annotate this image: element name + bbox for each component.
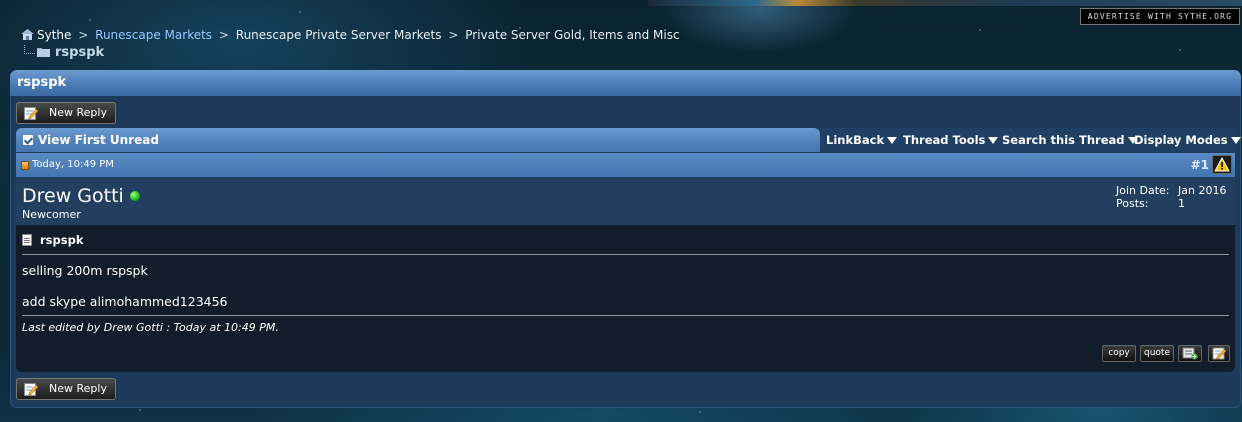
view-first-unread-label: View First Unread (38, 133, 159, 147)
user-stats: Join Date: Jan 2016 Posts: 1 (1116, 184, 1226, 210)
divider (22, 254, 1229, 255)
copy-button[interactable]: copy (1102, 345, 1136, 362)
post-title-text: rspspk (40, 233, 84, 247)
posts-label: Posts: (1116, 197, 1149, 210)
edit-post-button[interactable] (1208, 345, 1230, 362)
thread-tools-label: Thread Tools (903, 133, 986, 147)
post-header: Today, 10:49 PM #1 (16, 153, 1235, 177)
document-icon (22, 234, 32, 246)
post-title: rspspk (22, 233, 83, 247)
folder-icon (37, 48, 50, 57)
breadcrumb-sythe[interactable]: Sythe (37, 28, 71, 42)
multi-quote-icon (1182, 347, 1198, 360)
post-message-line: add skype alimohammed123456 (22, 294, 228, 309)
post-date: Today, 10:49 PM (32, 159, 114, 170)
tree-connector (24, 45, 35, 54)
chevron-down-icon (988, 137, 999, 144)
breadcrumb-separator: > (218, 28, 229, 42)
post-body: rspspk selling 200m rspspk add skype ali… (16, 225, 1235, 372)
user-info-area: Drew Gotti Newcomer Join Date: Jan 2016 P… (16, 177, 1235, 225)
report-post-button[interactable] (1212, 155, 1232, 174)
breadcrumb-separator: > (78, 28, 89, 42)
search-thread-label: Search this Thread (1002, 133, 1125, 147)
username-text: Drew Gotti (22, 185, 124, 207)
view-first-unread-link[interactable]: View First Unread (16, 128, 820, 152)
quote-button[interactable]: quote (1140, 345, 1174, 362)
new-reply-button[interactable]: New Reply (16, 378, 116, 400)
breadcrumb-private-server-gold[interactable]: Private Server Gold, Items and Misc (465, 28, 679, 42)
breadcrumb-runescape-markets[interactable]: Runescape Markets (95, 28, 212, 42)
edit-post-icon (1212, 347, 1226, 360)
multi-quote-button[interactable] (1178, 345, 1202, 362)
display-modes-menu[interactable]: Display Modes (1134, 128, 1241, 152)
username-link[interactable]: Drew Gotti (22, 185, 140, 207)
post-number-link[interactable]: #1 (1191, 153, 1209, 177)
thread-tools-menu[interactable]: Thread Tools (903, 128, 999, 152)
linkback-menu[interactable]: LinkBack (826, 128, 898, 152)
report-warning-icon (1214, 156, 1230, 172)
thread-title: rspspk (10, 70, 1241, 96)
breadcrumb-current: rspspk (24, 45, 104, 60)
current-thread-name: rspspk (55, 45, 105, 60)
posts-value: 1 (1178, 197, 1185, 210)
thread-panel: rspspk New Reply View First Unread LinkB… (10, 70, 1241, 408)
new-reply-icon (24, 383, 38, 396)
display-modes-label: Display Modes (1134, 133, 1228, 147)
post-message-line: selling 200m rspspk (22, 263, 148, 278)
home-icon (21, 29, 34, 40)
post-status-icon (21, 161, 29, 170)
thread-toolbar: View First Unread LinkBack Thread Tools … (16, 128, 1241, 152)
breadcrumb: Sythe > Runescape Markets > Runescape Pr… (20, 28, 680, 42)
user-title: Newcomer (22, 208, 81, 221)
breadcrumb-separator: > (448, 28, 459, 42)
thread-menus: LinkBack Thread Tools Search this Thread… (820, 128, 1241, 152)
new-reply-button[interactable]: New Reply (16, 102, 116, 124)
search-thread-menu[interactable]: Search this Thread (1002, 128, 1138, 152)
online-status-icon (129, 191, 140, 201)
new-reply-icon (24, 107, 38, 120)
new-reply-label: New Reply (49, 382, 107, 395)
new-reply-label: New Reply (49, 106, 107, 119)
linkback-label: LinkBack (826, 133, 885, 147)
checkbox-icon (23, 135, 33, 145)
chevron-down-icon (1230, 137, 1241, 144)
top-banner[interactable] (648, 0, 1242, 6)
edited-note: Last edited by Drew Gotti : Today at 10:… (22, 321, 279, 334)
join-date-label: Join Date: (1116, 184, 1170, 197)
divider (22, 315, 1229, 316)
join-date-value: Jan 2016 (1178, 184, 1227, 197)
advertise-link[interactable]: ADVERTISE WITH SYTHE.ORG (1080, 8, 1240, 25)
breadcrumb-private-server-markets[interactable]: Runescape Private Server Markets (236, 28, 442, 42)
chevron-down-icon (887, 137, 898, 144)
